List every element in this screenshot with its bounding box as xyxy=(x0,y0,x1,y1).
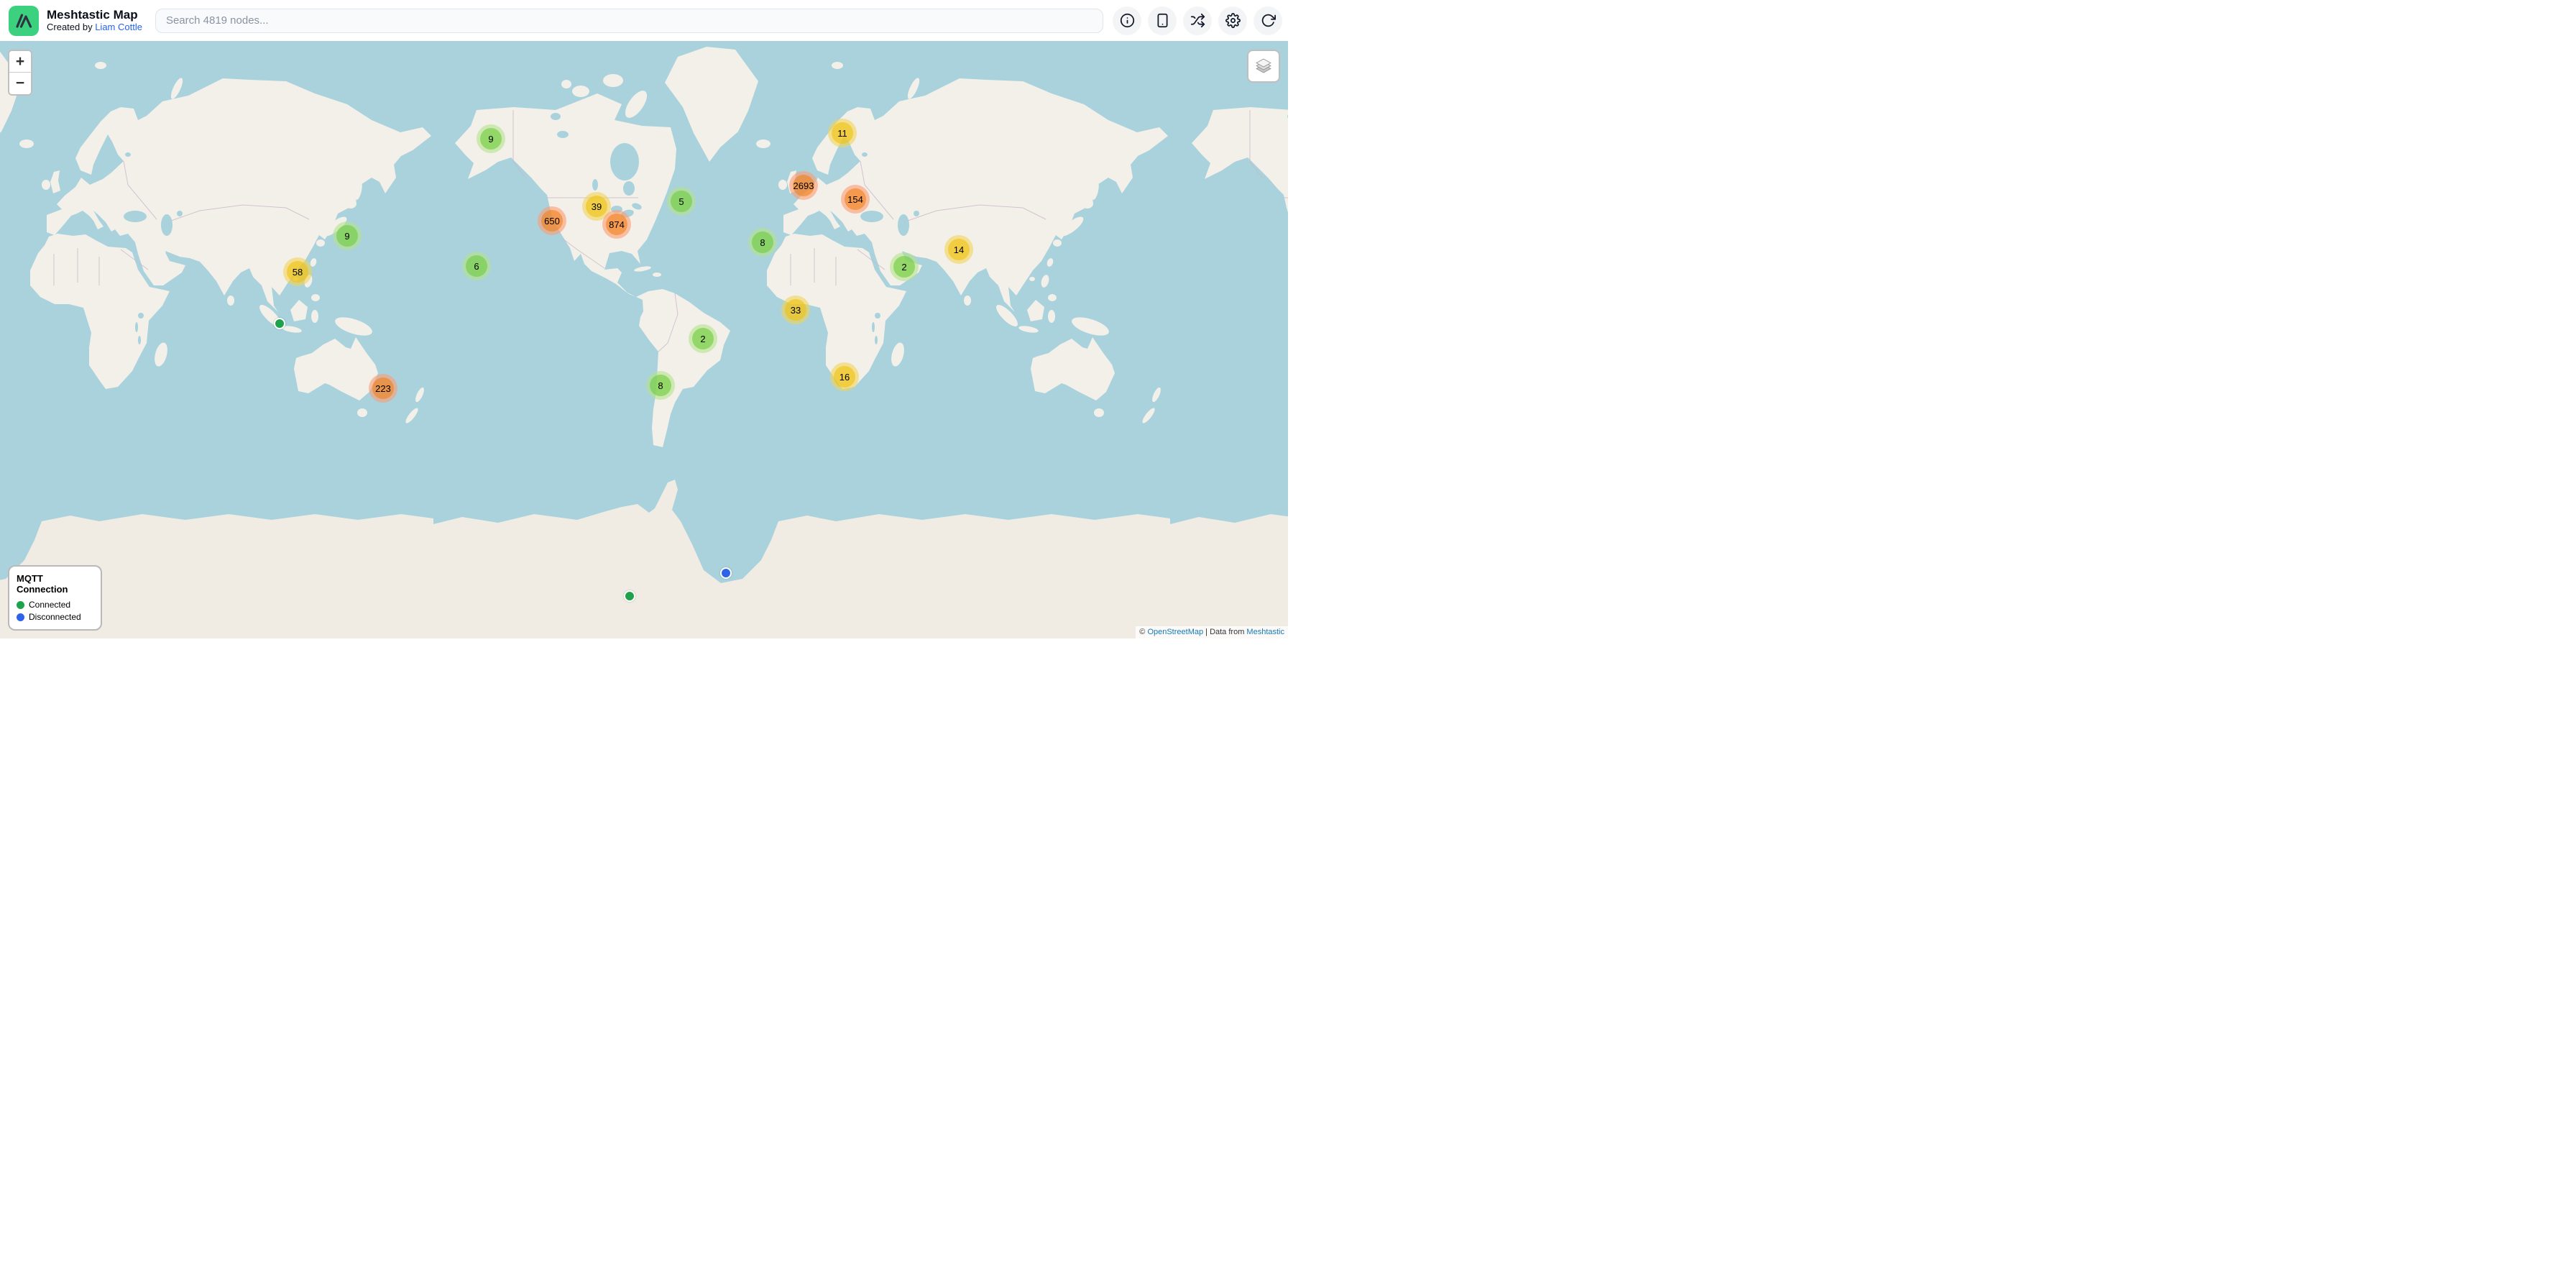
cluster-count: 58 xyxy=(287,261,308,283)
node-marker-disconnected[interactable] xyxy=(720,567,732,579)
cluster-count: 2 xyxy=(893,256,915,278)
disconnected-dot-icon xyxy=(17,613,24,621)
cluster-count: 9 xyxy=(480,128,502,150)
search-input[interactable] xyxy=(155,9,1103,33)
cluster-count: 8 xyxy=(752,232,773,253)
node-cluster[interactable]: 8 xyxy=(748,228,777,257)
cluster-count: 11 xyxy=(832,122,853,144)
node-cluster[interactable]: 58 xyxy=(283,257,312,286)
cluster-count: 223 xyxy=(372,377,394,399)
layers-icon xyxy=(1254,56,1274,76)
mqtt-legend: MQTT Connection Connected Disconnected xyxy=(8,565,102,631)
node-cluster[interactable]: 874 xyxy=(602,210,631,239)
node-cluster[interactable]: 9 xyxy=(333,221,362,250)
legend-label: Disconnected xyxy=(29,612,81,622)
cluster-count: 39 xyxy=(586,196,607,217)
attribution: © OpenStreetMap | Data from Meshtastic xyxy=(1136,626,1288,638)
cluster-count: 650 xyxy=(541,210,563,232)
cluster-count: 6 xyxy=(466,255,487,277)
meshtastic-logo-icon xyxy=(9,6,39,36)
node-cluster[interactable]: 9 xyxy=(477,124,505,153)
settings-button[interactable] xyxy=(1218,6,1247,35)
node-cluster[interactable]: 5 xyxy=(667,187,696,216)
node-cluster[interactable]: 16 xyxy=(830,362,859,391)
cluster-count: 154 xyxy=(845,188,866,210)
node-cluster[interactable]: 33 xyxy=(781,296,810,324)
info-button[interactable] xyxy=(1113,6,1141,35)
node-cluster[interactable]: 2693 xyxy=(789,171,818,200)
openstreetmap-link[interactable]: OpenStreetMap xyxy=(1147,628,1203,636)
cluster-count: 874 xyxy=(606,214,627,235)
legend-item-disconnected: Disconnected xyxy=(17,612,93,622)
page-title: Meshtastic Map xyxy=(47,8,142,22)
search-wrap xyxy=(155,9,1103,33)
info-icon xyxy=(1120,13,1135,28)
layers-control[interactable] xyxy=(1247,50,1280,83)
random-node-button[interactable] xyxy=(1183,6,1212,35)
cluster-count: 9 xyxy=(336,225,358,247)
cluster-count: 2693 xyxy=(793,175,814,196)
cluster-count: 8 xyxy=(650,375,671,396)
attribution-text: | Data from xyxy=(1203,628,1246,636)
refresh-button[interactable] xyxy=(1254,6,1282,35)
node-cluster[interactable]: 11 xyxy=(828,119,857,147)
node-cluster[interactable]: 2 xyxy=(689,324,717,353)
zoom-out-button[interactable]: − xyxy=(9,73,31,94)
node-cluster[interactable]: 14 xyxy=(944,235,973,264)
world-map[interactable]: + − 911269315439650874581429586332168223… xyxy=(0,41,1288,638)
cluster-count: 16 xyxy=(834,366,855,388)
legend-item-connected: Connected xyxy=(17,600,93,610)
node-cluster[interactable]: 154 xyxy=(841,185,870,214)
node-cluster[interactable]: 223 xyxy=(369,374,397,403)
connected-dot-icon xyxy=(17,601,24,609)
node-cluster[interactable]: 2 xyxy=(890,252,919,281)
node-cluster[interactable]: 6 xyxy=(462,252,491,280)
subtitle-text: Created by xyxy=(47,22,95,32)
mobile-app-button[interactable] xyxy=(1148,6,1177,35)
node-cluster[interactable]: 8 xyxy=(646,371,675,400)
map-tiles xyxy=(0,41,1288,638)
header: Meshtastic Map Created by Liam Cottle xyxy=(0,0,1288,41)
legend-title: MQTT Connection xyxy=(17,573,93,595)
node-marker-connected[interactable] xyxy=(624,590,635,602)
node-marker-connected[interactable] xyxy=(274,318,285,329)
title-block: Meshtastic Map Created by Liam Cottle xyxy=(47,8,142,32)
legend-label: Connected xyxy=(29,600,70,610)
zoom-in-button[interactable]: + xyxy=(9,51,31,73)
header-buttons xyxy=(1113,6,1282,35)
shuffle-icon xyxy=(1190,13,1205,28)
author-link[interactable]: Liam Cottle xyxy=(95,22,142,32)
page-subtitle: Created by Liam Cottle xyxy=(47,22,142,33)
zoom-control: + − xyxy=(8,50,32,96)
cluster-count: 2 xyxy=(692,328,714,349)
gear-icon xyxy=(1225,13,1241,28)
cluster-count: 14 xyxy=(948,239,970,260)
cluster-count: 33 xyxy=(785,299,806,321)
copyright-text: © xyxy=(1139,628,1147,636)
meshtastic-link[interactable]: Meshtastic xyxy=(1246,628,1284,636)
cluster-count: 5 xyxy=(671,191,692,212)
node-cluster[interactable]: 650 xyxy=(538,206,566,235)
refresh-icon xyxy=(1261,13,1276,28)
smartphone-icon xyxy=(1155,13,1170,28)
